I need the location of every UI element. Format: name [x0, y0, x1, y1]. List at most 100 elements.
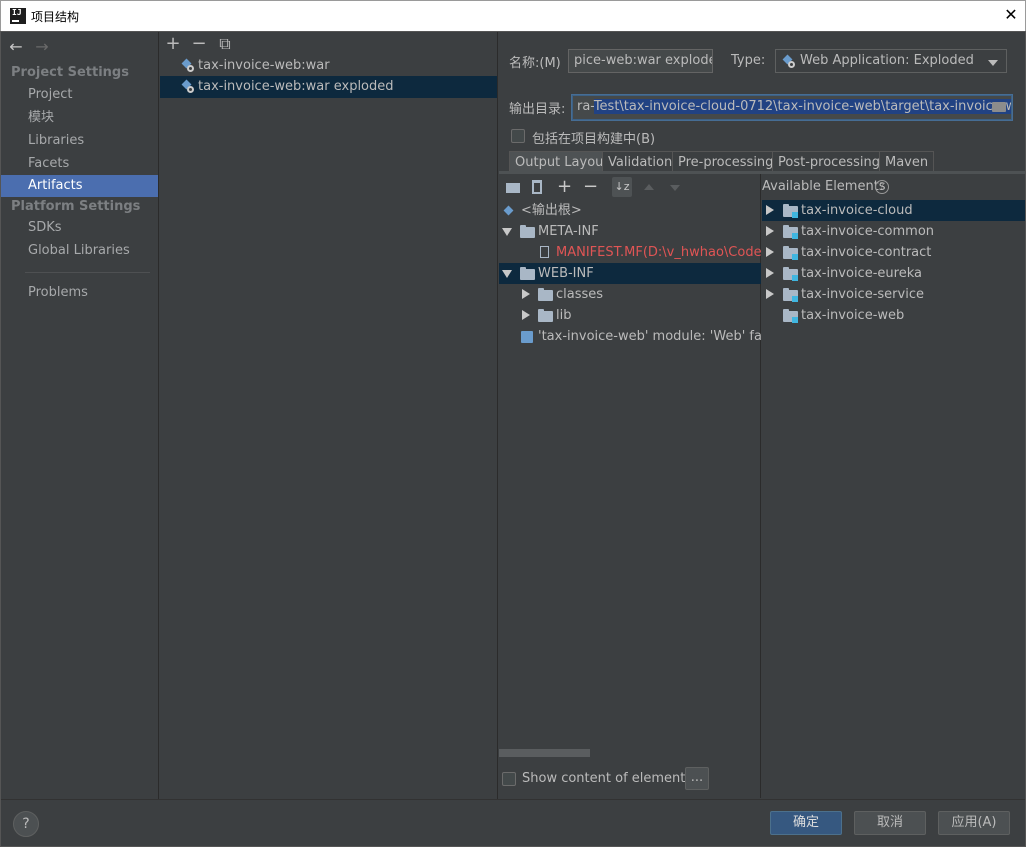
expand-arrow-icon[interactable] — [766, 289, 774, 299]
platform-settings-header: Platform Settings — [11, 199, 141, 214]
tree-label: 'tax-invoice-web' module: 'Web' facet r — [538, 329, 761, 344]
tree-label: classes — [556, 287, 604, 302]
artifact-name: tax-invoice-web:war exploded — [198, 79, 394, 94]
name-label: 名称:(M) — [509, 56, 561, 71]
collapse-arrow-icon[interactable] — [502, 228, 512, 236]
tree-row-facet-resource[interactable]: 'tax-invoice-web' module: 'Web' facet r — [499, 326, 761, 347]
web-app-icon — [782, 54, 796, 69]
nav-item-global-libraries[interactable]: Global Libraries — [1, 240, 158, 262]
available-elements-header: Available Elements — [762, 179, 886, 194]
browse-folder-icon[interactable] — [992, 102, 1006, 112]
tree-row-output-root[interactable]: <输出根> — [499, 200, 761, 221]
tree-label: WEB-INF — [538, 266, 594, 281]
expand-arrow-icon[interactable] — [766, 226, 774, 236]
artifact-name-input[interactable]: pice-web:war exploded — [568, 49, 713, 73]
module-badge-icon — [792, 233, 798, 239]
available-item[interactable]: tax-invoice-contract — [762, 242, 1025, 263]
expand-arrow-icon[interactable] — [766, 205, 774, 215]
include-in-build-checkbox[interactable] — [511, 129, 525, 143]
window-title: 项目结构 — [31, 10, 80, 24]
available-item-label: tax-invoice-common — [801, 224, 935, 239]
tree-label: <输出根> — [521, 203, 582, 218]
ellipsis-button[interactable]: ... — [685, 767, 709, 790]
available-item-label: tax-invoice-contract — [801, 245, 932, 260]
output-dir-prefix: ra- — [577, 99, 594, 114]
title-bar: IJ 项目结构 ✕ — [0, 0, 1026, 31]
ok-button[interactable]: 确定 — [770, 811, 842, 835]
show-content-checkbox[interactable] — [502, 772, 516, 786]
remove-element-icon[interactable]: − — [583, 176, 598, 197]
add-artifact-icon[interactable]: + — [165, 35, 181, 53]
output-dir-label: 输出目录: — [509, 102, 566, 117]
help-button[interactable]: ? — [13, 811, 39, 837]
available-elements-pane: Available Elements ? tax-invoice-cloud t… — [762, 174, 1025, 798]
apply-button[interactable]: 应用(A) — [938, 811, 1010, 835]
tree-row-manifest[interactable]: MANIFEST.MF(D:\v_hwhao\Code-Ja — [499, 242, 761, 263]
close-icon[interactable]: ✕ — [1003, 6, 1019, 24]
available-item[interactable]: tax-invoice-eureka — [762, 263, 1025, 284]
expand-arrow-icon[interactable] — [766, 247, 774, 257]
nav-item-sdks[interactable]: SDKs — [1, 217, 158, 239]
artifact-item[interactable]: tax-invoice-web:war — [160, 55, 497, 77]
remove-artifact-icon[interactable]: − — [191, 35, 207, 53]
available-item[interactable]: tax-invoice-web — [762, 305, 1025, 326]
tree-row-meta-inf[interactable]: META-INF — [499, 221, 761, 242]
available-item[interactable]: tax-invoice-cloud — [762, 200, 1025, 221]
expand-arrow-icon[interactable] — [766, 268, 774, 278]
move-down-icon[interactable] — [670, 185, 680, 191]
tree-row-classes[interactable]: classes — [499, 284, 761, 305]
output-dir-value: Test\tax-invoice-cloud-0712\tax-invoice-… — [593, 99, 1011, 114]
tree-row-lib[interactable]: lib — [499, 305, 761, 326]
type-label: Type: — [731, 53, 766, 68]
tree-label: META-INF — [538, 224, 599, 239]
module-badge-icon — [792, 296, 798, 302]
output-layout-tree: + − ↓z <输出根> META-INF MANIFEST.MF(D:\v_h… — [499, 174, 761, 798]
type-value: Web Application: Exploded — [800, 53, 974, 68]
nav-item-modules[interactable]: 模块 — [1, 107, 158, 129]
nav-item-project[interactable]: Project — [1, 84, 158, 106]
artifact-item-selected[interactable]: tax-invoice-web:war exploded — [160, 76, 497, 98]
nav-item-problems[interactable]: Problems — [1, 282, 158, 304]
expand-arrow-icon[interactable] — [522, 310, 530, 320]
create-directory-icon[interactable] — [506, 183, 520, 193]
tree-row-web-inf[interactable]: WEB-INF — [499, 263, 761, 284]
forward-arrow-icon[interactable]: → — [33, 37, 51, 56]
tree-label: lib — [556, 308, 572, 323]
show-content-label: Show content of elements — [522, 771, 693, 786]
nav-item-facets[interactable]: Facets — [1, 153, 158, 175]
move-up-icon[interactable] — [644, 184, 654, 190]
project-settings-header: Project Settings — [11, 65, 129, 80]
footer-divider — [1, 799, 1025, 800]
folder-icon — [520, 267, 535, 280]
folder-icon — [520, 225, 535, 238]
artifact-list-pane: + − ⧉ tax-invoice-web:war tax-invoice-we… — [160, 32, 498, 799]
help-icon[interactable]: ? — [875, 180, 889, 194]
back-arrow-icon[interactable]: ← — [7, 37, 25, 56]
copy-artifact-icon[interactable]: ⧉ — [217, 36, 233, 52]
output-dir-input[interactable]: ra-Test\tax-invoice-cloud-0712\tax-invoi… — [572, 95, 1012, 120]
create-archive-icon[interactable] — [532, 180, 542, 194]
module-badge-icon — [792, 317, 798, 323]
intellij-logo-icon: IJ — [10, 8, 26, 24]
sort-elements-icon[interactable]: ↓z — [612, 177, 632, 197]
module-badge-icon — [792, 275, 798, 281]
available-item[interactable]: tax-invoice-common — [762, 221, 1025, 242]
available-item-label: tax-invoice-web — [801, 308, 905, 323]
settings-nav: ← → Project Settings Project 模块 Librarie… — [1, 32, 159, 799]
available-item[interactable]: tax-invoice-service — [762, 284, 1025, 305]
type-select[interactable]: Web Application: Exploded — [775, 49, 1007, 73]
web-artifact-icon — [181, 58, 195, 73]
collapse-arrow-icon[interactable] — [502, 270, 512, 278]
folder-icon — [538, 309, 553, 322]
output-root-icon — [503, 205, 515, 217]
horizontal-scrollbar[interactable] — [499, 749, 590, 757]
add-copy-of-icon[interactable]: + — [557, 176, 572, 197]
nav-item-libraries[interactable]: Libraries — [1, 130, 158, 152]
cancel-button[interactable]: 取消 — [854, 811, 926, 835]
nav-divider — [25, 272, 150, 273]
expand-arrow-icon[interactable] — [522, 289, 530, 299]
chevron-down-icon — [988, 60, 998, 66]
nav-item-artifacts[interactable]: Artifacts — [1, 175, 158, 197]
folder-icon — [538, 288, 553, 301]
module-badge-icon — [792, 212, 798, 218]
